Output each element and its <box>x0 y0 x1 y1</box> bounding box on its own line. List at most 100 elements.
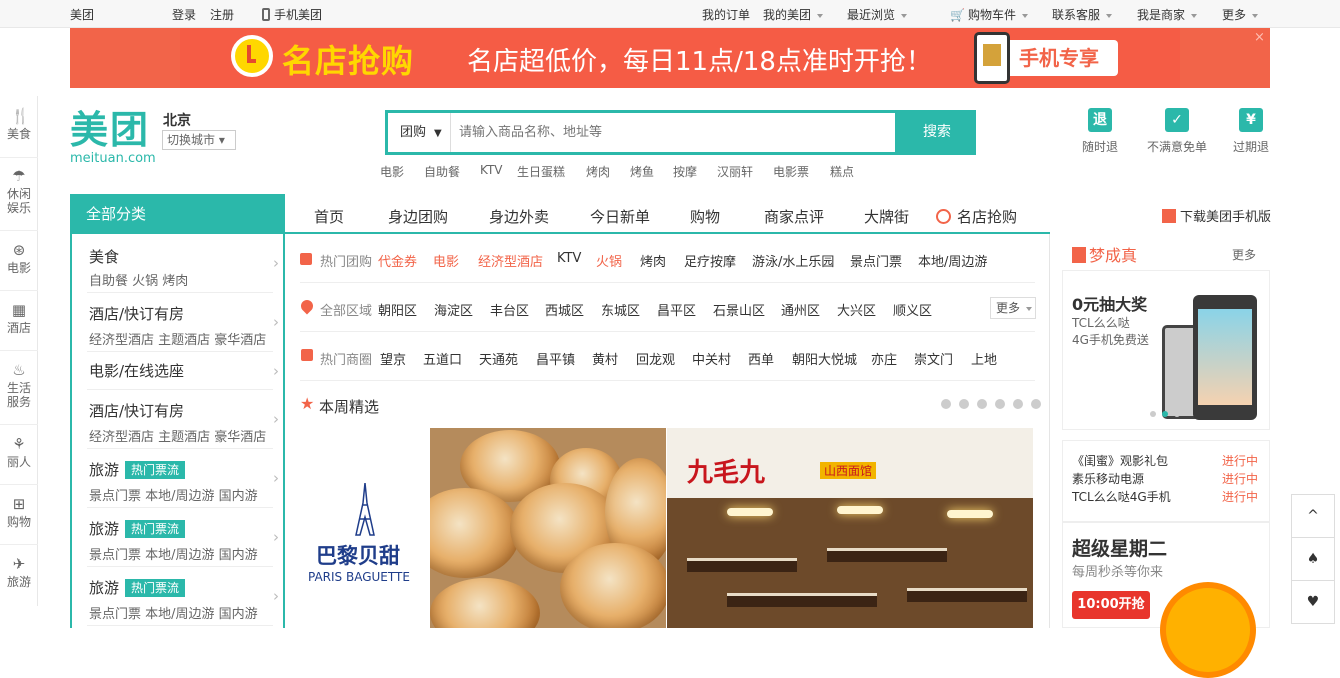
nav-today-new[interactable]: 今日新单 <box>590 206 650 227</box>
nav-shopping[interactable]: 购物 <box>690 206 720 227</box>
filter-link[interactable]: 本地/周边游 <box>918 251 987 270</box>
filter-link[interactable]: 丰台区 <box>490 300 529 319</box>
guarantee-free-if-unsatisfied[interactable]: ✓ 不满意免单 <box>1147 108 1207 155</box>
filter-link[interactable]: 代金券 <box>378 251 417 270</box>
filter-link[interactable]: 烤肉 <box>640 251 666 270</box>
merchant-menu[interactable]: 我是商家 <box>1137 6 1198 23</box>
filter-link[interactable]: 昌平镇 <box>536 349 575 368</box>
filter-link[interactable]: 西城区 <box>545 300 584 319</box>
hotword-link[interactable]: 烤肉 <box>586 163 610 180</box>
filter-link[interactable]: 火锅 <box>596 251 622 270</box>
hotword-link[interactable]: 汉丽轩 <box>717 163 753 180</box>
hotword-link[interactable]: 电影 <box>380 163 404 180</box>
rail-item-movie[interactable]: ⊛ 电影 <box>0 242 38 275</box>
carousel-dot[interactable] <box>1031 399 1041 409</box>
nav-merchant-review[interactable]: 商家点评 <box>764 206 824 227</box>
filter-link[interactable]: 崇文门 <box>914 349 953 368</box>
register-link[interactable]: 注册 <box>210 6 234 23</box>
search-button[interactable]: 搜索 <box>898 110 976 155</box>
carousel-dot[interactable] <box>941 399 951 409</box>
category-item[interactable]: 旅游 热门票流 景点门票 本地/周边游 国内游 › <box>87 449 279 508</box>
nav-flash-sale[interactable]: 名店抢购 <box>936 206 1017 227</box>
filter-link[interactable]: 通州区 <box>781 300 820 319</box>
nav-nearby-deals[interactable]: 身边团购 <box>388 206 448 227</box>
activity-item[interactable]: 《闺蜜》观影礼包 <box>1072 452 1168 469</box>
filter-link[interactable]: 朝阳大悦城 <box>792 349 857 368</box>
search-input[interactable] <box>451 113 895 152</box>
carousel-dot[interactable] <box>995 399 1005 409</box>
filter-link[interactable]: 中关村 <box>692 349 731 368</box>
all-categories-header[interactable]: 全部分类 <box>70 194 285 234</box>
hotword-link[interactable]: 生日蛋糕 <box>517 163 565 180</box>
nav-nearby-takeout[interactable]: 身边外卖 <box>489 206 549 227</box>
customer-service-menu[interactable]: 联系客服 <box>1052 6 1113 23</box>
rail-item-shopping[interactable]: ⊞ 购物 <box>0 496 38 529</box>
hotword-link[interactable]: 糕点 <box>830 163 854 180</box>
filter-link[interactable]: 经济型酒店 <box>478 251 543 270</box>
hotword-link[interactable]: KTV <box>480 163 502 177</box>
category-item[interactable]: 电影/在线选座 › <box>87 352 279 390</box>
filter-link[interactable]: 足疗按摩 <box>684 251 736 270</box>
carousel-dot[interactable] <box>1174 411 1180 417</box>
filter-link[interactable]: 五道口 <box>423 349 462 368</box>
filter-link[interactable]: 电影 <box>433 251 459 270</box>
rail-item-beauty[interactable]: ⚘ 丽人 <box>0 436 38 469</box>
filter-link[interactable]: 顺义区 <box>893 300 932 319</box>
filter-link[interactable]: 景点门票 <box>850 251 902 270</box>
cart-menu[interactable]: 🛒 购物车件 <box>950 6 1028 23</box>
dream-more-link[interactable]: 更多 <box>1232 246 1256 263</box>
filter-link[interactable]: 望京 <box>380 349 406 368</box>
hotword-link[interactable]: 自助餐 <box>424 163 460 180</box>
carousel-dot[interactable] <box>1150 411 1156 417</box>
hotword-link[interactable]: 按摩 <box>673 163 697 180</box>
rail-item-hotel[interactable]: ▦ 酒店 <box>0 302 38 335</box>
category-item[interactable]: 酒店/快订有房 经济型酒店 主题酒店 豪华酒店 › <box>87 390 279 449</box>
deal-card-pastry[interactable] <box>430 428 666 628</box>
filter-link[interactable]: KTV <box>557 251 581 266</box>
hotword-link[interactable]: 烤鱼 <box>630 163 654 180</box>
my-meituan-menu[interactable]: 我的美团 <box>763 6 824 23</box>
filter-link[interactable]: 亦庄 <box>871 349 897 368</box>
category-item[interactable]: 旅游 热门票流 景点门票 本地/周边游 国内游 › <box>87 567 279 626</box>
filter-link[interactable]: 昌平区 <box>657 300 696 319</box>
rail-item-travel[interactable]: ✈ 旅游 <box>0 556 38 589</box>
filter-link[interactable]: 上地 <box>971 349 997 368</box>
close-icon[interactable]: × <box>1254 30 1265 45</box>
carousel-dot[interactable] <box>1162 411 1168 417</box>
filter-link[interactable]: 西单 <box>748 349 774 368</box>
filter-link[interactable]: 回龙观 <box>636 349 675 368</box>
activity-item[interactable]: TCL么么哒4G手机 <box>1072 488 1171 505</box>
carousel-dot[interactable] <box>959 399 969 409</box>
filter-link[interactable]: 游泳/水上乐园 <box>752 251 834 270</box>
super-tuesday-start-button[interactable]: 10:00开抢 <box>1072 591 1150 619</box>
rail-item-leisure[interactable]: ☂ 休闲 娱乐 <box>0 168 38 215</box>
filter-link[interactable]: 东城区 <box>601 300 640 319</box>
search-category-select[interactable]: 团购 ▼ <box>388 113 451 152</box>
carousel-dot[interactable] <box>1013 399 1023 409</box>
mobile-meituan-link[interactable]: 手机美团 <box>262 6 322 23</box>
nav-brand-street[interactable]: 大牌街 <box>864 206 909 227</box>
activity-item[interactable]: 素乐移动电源 <box>1072 470 1144 487</box>
banner-mobile-only-button[interactable]: 手机专享 <box>1000 40 1118 76</box>
download-app-link[interactable]: 下载美团手机版 <box>1162 206 1271 225</box>
filter-link[interactable]: 石景山区 <box>713 300 765 319</box>
rail-item-food[interactable]: 🍴 美食 <box>0 108 38 141</box>
like-button[interactable]: ♥ <box>1291 580 1335 624</box>
site-home-link[interactable]: 美团 <box>70 6 94 23</box>
category-item[interactable]: 美食 自助餐 火锅 烤肉 › <box>87 234 279 293</box>
category-item[interactable]: 酒店/快订有房 经济型酒店 主题酒店 豪华酒店 › <box>87 293 279 352</box>
back-to-top-button[interactable]: ^ <box>1291 494 1335 538</box>
guarantee-expired-refund[interactable]: ¥ 过期退 <box>1233 108 1269 155</box>
category-item[interactable]: 旅游 热门票流 景点门票 本地/周边游 国内游 › <box>87 508 279 567</box>
guarantee-refund-anytime[interactable]: 退随时退 <box>1082 108 1118 155</box>
filter-link[interactable]: 海淀区 <box>434 300 473 319</box>
switch-city-button[interactable]: 切换城市 ▾ <box>162 130 236 150</box>
filter-link[interactable]: 大兴区 <box>837 300 876 319</box>
hotword-link[interactable]: 电影票 <box>773 163 809 180</box>
filter-link[interactable]: 天通苑 <box>479 349 518 368</box>
nav-home[interactable]: 首页 <box>314 206 344 227</box>
meituan-logo[interactable]: 美团 <box>70 108 150 152</box>
more-menu[interactable]: 更多 <box>1222 6 1259 23</box>
filter-link[interactable]: 黄村 <box>592 349 618 368</box>
my-orders-link[interactable]: 我的订单 <box>702 6 750 23</box>
